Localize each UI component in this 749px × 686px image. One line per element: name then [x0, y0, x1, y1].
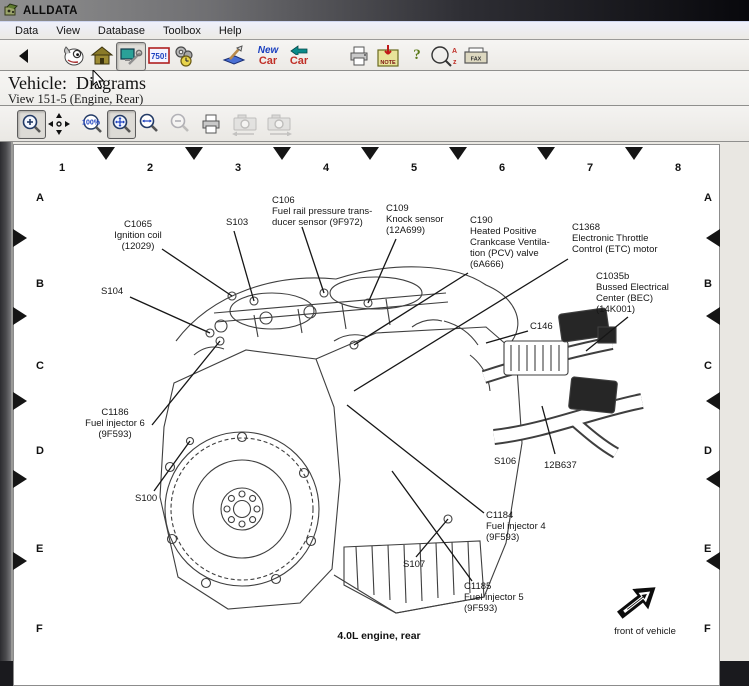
zoom-width-button[interactable] [135, 110, 162, 137]
schedule-gears-icon [172, 44, 196, 68]
app-icon [4, 3, 19, 18]
front-of-vehicle-arrow [613, 578, 662, 624]
alert-750-button[interactable]: 750! [145, 42, 173, 69]
callout-C190: C190 Heated Positive Crankcase Ventila- … [470, 215, 550, 270]
zoom-print-button[interactable] [197, 110, 224, 137]
back-icon [16, 48, 32, 64]
menu-bar: Data View Database Toolbox Help [0, 21, 749, 40]
zoom-fit-button[interactable] [107, 110, 136, 139]
mouse-cursor [92, 70, 106, 90]
callout-C1186: C1186 Fuel injector 6 (9F593) [82, 407, 148, 440]
next-view-button[interactable] [263, 110, 295, 137]
menu-database[interactable]: Database [89, 23, 154, 39]
page-subtitle: View 151-5 (Engine, Rear) [8, 92, 143, 107]
note-icon: NOTE [376, 44, 400, 68]
new-car-button[interactable]: New Car [252, 42, 284, 69]
menu-view[interactable]: View [47, 23, 89, 39]
zoom-100-icon: 100% [80, 113, 106, 135]
print-icon [200, 114, 222, 134]
note-label: NOTE [380, 60, 396, 66]
new-car-bottom-label: Car [258, 56, 279, 66]
new-car-icon: New Car [258, 46, 279, 66]
callout-S106: S106 [494, 456, 516, 467]
callout-S107: S107 [403, 559, 425, 570]
mascot-button[interactable] [60, 42, 88, 69]
zoom-in-icon [21, 114, 43, 136]
search-az-icon: A z [430, 45, 460, 67]
back-button[interactable] [10, 42, 38, 69]
page-title: Vehicle: Diagrams [8, 73, 146, 94]
diagnostic-tools-button[interactable] [116, 42, 146, 71]
pan-icon [47, 112, 71, 136]
diagnostic-tools-icon [120, 46, 143, 68]
print-button[interactable] [345, 42, 373, 69]
next-view-camera-icon [264, 112, 294, 136]
fax-button[interactable]: FAX [462, 42, 490, 69]
callout-C106: C106 Fuel rail pressure trans- ducer sen… [272, 195, 372, 228]
zoom-100-label: 100% [82, 119, 101, 126]
alert-750-icon: 750! [148, 47, 170, 65]
callout-S103: S103 [226, 217, 248, 228]
previous-car-label: Car [288, 56, 310, 66]
callout-C1184: C1184 Fuel injector 4 (9F593) [486, 510, 546, 543]
fax-label: FAX [471, 56, 482, 62]
zoom-width-icon [138, 113, 160, 135]
search-a-label: A [452, 48, 457, 55]
help-button[interactable]: ? [408, 42, 426, 69]
stamp-icon [221, 44, 247, 68]
main-toolbar: 750! New Car Car [0, 40, 749, 71]
callout-C1035b: C1035b Bussed Electrical Center (BEC) (1… [596, 271, 669, 315]
previous-car-icon: Car [288, 45, 310, 66]
home-icon [90, 45, 114, 67]
new-car-top-label: New [258, 46, 279, 56]
alert-750-label: 750! [151, 52, 167, 61]
heading-bar: Vehicle: Diagrams View 151-5 (Engine, Re… [0, 71, 749, 106]
window-left-edge [0, 142, 13, 661]
title-bar: ALLDATA [0, 0, 749, 21]
front-of-vehicle-label: front of vehicle [600, 626, 690, 637]
alldata-window: { "window": { "title": "ALLDATA" }, "men… [0, 0, 749, 661]
prev-view-button[interactable] [229, 110, 261, 137]
pan-button[interactable] [45, 110, 72, 137]
mascot-icon [62, 44, 86, 68]
back-arrow-icon [288, 45, 310, 55]
window-title: ALLDATA [23, 5, 78, 17]
note-button[interactable]: NOTE [374, 42, 402, 69]
previous-car-button[interactable]: Car [284, 42, 314, 69]
schedule-button[interactable] [170, 42, 198, 69]
stamp-button[interactable] [220, 42, 248, 69]
fax-icon: FAX [463, 46, 489, 66]
zoom-out-icon [169, 113, 191, 135]
zoom-100-button[interactable]: 100% [79, 110, 106, 137]
callout-C146: C146 [530, 321, 553, 332]
menu-toolbox[interactable]: Toolbox [154, 23, 210, 39]
callout-S100: S100 [135, 493, 157, 504]
zoom-in-button[interactable] [17, 110, 46, 139]
menu-help[interactable]: Help [210, 23, 251, 39]
callout-C109: C109 Knock sensor (12A699) [386, 203, 444, 236]
menu-data[interactable]: Data [6, 23, 47, 39]
callout-C1185: C1185 Fuel injector 5 (9F593) [464, 581, 524, 614]
zoom-fit-icon [111, 114, 133, 136]
diagram-viewport: 1 2 3 4 5 6 7 8 A B C D E F A B C D E F [0, 142, 749, 661]
help-icon: ? [413, 47, 421, 64]
zoom-toolbar: 100% [0, 106, 749, 142]
home-button[interactable] [88, 42, 116, 69]
search-az-button[interactable]: A z [428, 42, 462, 69]
diagram-caption: 4.0L engine, rear [304, 630, 454, 642]
callout-C1065: C1065 Ignition coil (12029) [105, 219, 171, 252]
print-icon [348, 46, 370, 66]
callout-C1368: C1368 Electronic Throttle Control (ETC) … [572, 222, 658, 255]
zoom-out-button[interactable] [166, 110, 193, 137]
callout-12B637: 12B637 [544, 460, 577, 471]
search-z-label: z [453, 59, 457, 66]
callout-S104: S104 [101, 286, 123, 297]
prev-view-camera-icon [230, 112, 260, 136]
diagram-page[interactable]: 1 2 3 4 5 6 7 8 A B C D E F A B C D E F [13, 144, 720, 686]
